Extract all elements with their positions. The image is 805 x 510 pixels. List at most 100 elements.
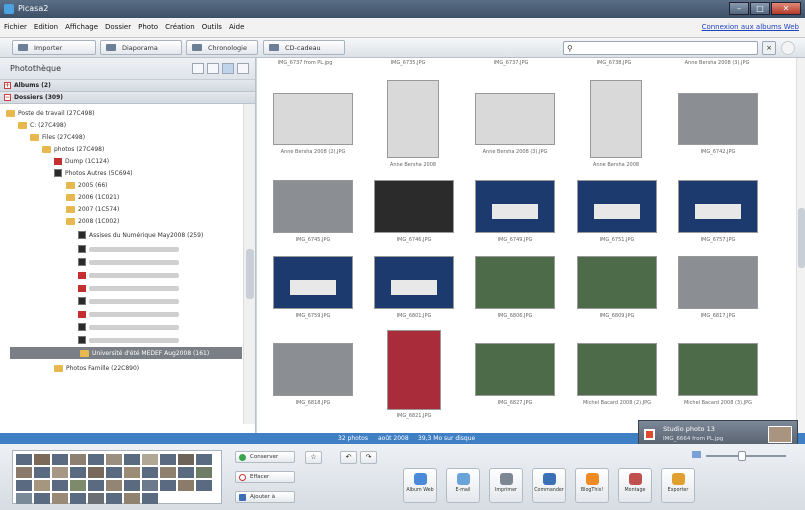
photo-thumbnail[interactable] xyxy=(475,180,555,233)
scroll-thumb[interactable] xyxy=(246,249,254,299)
tray-thumbnail xyxy=(70,480,86,491)
web-album-button[interactable]: Album Web xyxy=(403,468,437,503)
photo-thumbnail[interactable] xyxy=(590,80,642,158)
photo-thumbnail[interactable] xyxy=(387,330,441,410)
slideshow-button[interactable]: Diaporama xyxy=(100,40,182,55)
tree-item[interactable]: Poste de travail (27C498) xyxy=(6,107,94,119)
export-button[interactable]: Exporter xyxy=(661,468,695,503)
tree-item[interactable]: Dump (1C124) xyxy=(54,155,109,167)
menu-outils[interactable]: Outils xyxy=(198,18,225,31)
tray-thumbnail xyxy=(178,467,194,478)
photo-tray[interactable] xyxy=(12,450,222,504)
menu-affichage[interactable]: Affichage xyxy=(61,18,101,31)
menu-aide[interactable]: Aide xyxy=(225,18,247,31)
albums-section[interactable]: + Albums (2) xyxy=(0,80,255,92)
collage-button[interactable]: Montage xyxy=(618,468,652,503)
photo-thumbnail[interactable] xyxy=(273,93,353,145)
collapse-icon[interactable]: − xyxy=(4,94,11,101)
clear-button[interactable]: Effacer xyxy=(235,471,295,483)
tree-item[interactable]: photos (27C498) xyxy=(42,143,104,155)
tray-thumbnail xyxy=(124,467,140,478)
photo-thumbnail[interactable] xyxy=(678,93,758,145)
flat-view-icon[interactable] xyxy=(207,63,219,74)
photo-thumbnail[interactable] xyxy=(475,256,555,309)
grid-scrollbar[interactable] xyxy=(796,58,805,433)
tree-item[interactable] xyxy=(78,334,179,346)
photo-thumbnail[interactable] xyxy=(475,343,555,396)
scroll-thumb[interactable] xyxy=(798,208,805,268)
expand-icon[interactable]: + xyxy=(4,82,11,89)
tree-item-selected[interactable]: Université d'été MEDEF Aug2008 (161) xyxy=(10,347,242,359)
tree-item[interactable] xyxy=(78,321,179,333)
close-icon[interactable]: ✕ xyxy=(771,2,801,15)
tree-item[interactable] xyxy=(78,269,179,281)
tree-item[interactable]: Photos Famille (22C890) xyxy=(54,362,139,374)
view-menu-icon[interactable] xyxy=(237,63,249,74)
search-clear-button[interactable]: × xyxy=(762,41,776,55)
tree-view-icon[interactable] xyxy=(192,63,204,74)
add-to-button[interactable]: Ajouter à xyxy=(235,491,295,503)
zoom-slider[interactable] xyxy=(706,451,786,461)
tree-item[interactable]: 2008 (1C002) xyxy=(66,215,119,227)
search-options-button[interactable] xyxy=(781,41,795,55)
tray-thumbnail xyxy=(70,454,86,465)
print-button[interactable]: Imprimer xyxy=(489,468,523,503)
photo-caption: IMG_6801.JPG xyxy=(396,313,432,319)
photo-caption: IMG_6746.JPG xyxy=(396,237,432,243)
minimize-icon[interactable]: – xyxy=(729,2,749,15)
star-button[interactable]: ☆ xyxy=(305,451,322,464)
blurred-label xyxy=(89,246,179,252)
photo-thumbnail[interactable] xyxy=(273,343,353,396)
keep-button[interactable]: Conserver xyxy=(235,451,295,463)
slider-knob[interactable] xyxy=(738,451,746,461)
photo-thumbnail[interactable] xyxy=(577,343,657,396)
photo-thumbnail[interactable] xyxy=(475,93,555,145)
tree-item[interactable] xyxy=(78,243,179,255)
menu-photo[interactable]: Photo xyxy=(134,18,161,31)
photo-thumbnail[interactable] xyxy=(577,256,657,309)
tray-thumbnail xyxy=(178,454,194,465)
tree-item[interactable]: Files (27C498) xyxy=(30,131,85,143)
blogger-icon xyxy=(585,473,599,485)
tree-item[interactable]: C: (27C498) xyxy=(18,119,66,131)
email-button[interactable]: E-mail xyxy=(446,468,480,503)
photo-thumbnail[interactable] xyxy=(374,256,454,309)
folders-section[interactable]: − Dossiers (309) xyxy=(0,92,255,104)
tray-thumbnail xyxy=(106,467,122,478)
tree-item[interactable] xyxy=(78,295,179,307)
tree-item[interactable] xyxy=(78,256,179,268)
timeline-button[interactable]: Chronologie xyxy=(186,40,258,55)
photo-thumbnail[interactable] xyxy=(387,80,439,158)
list-view-icon[interactable] xyxy=(222,63,234,74)
tree-item[interactable]: 2005 (66) xyxy=(66,179,108,191)
photo-thumbnail[interactable] xyxy=(678,180,758,233)
photo-thumbnail[interactable] xyxy=(273,256,353,309)
picture-icon xyxy=(644,429,655,440)
tree-item[interactable] xyxy=(78,282,179,294)
photo-thumbnail[interactable] xyxy=(577,180,657,233)
tree-item[interactable] xyxy=(78,308,179,320)
menu-edition[interactable]: Edition xyxy=(30,18,61,31)
import-button[interactable]: Importer xyxy=(12,40,96,55)
menu-creation[interactable]: Création xyxy=(161,18,198,31)
tree-item[interactable]: Assises du Numérique May2008 (259) xyxy=(78,229,203,241)
blogthis-button[interactable]: BlogThis! xyxy=(575,468,609,503)
photo-thumbnail[interactable] xyxy=(678,343,758,396)
maximize-icon[interactable]: □ xyxy=(750,2,770,15)
order-button[interactable]: Commander xyxy=(532,468,566,503)
search-input[interactable]: ⚲ xyxy=(563,41,758,55)
tray-thumbnail xyxy=(16,480,32,491)
tree-item[interactable]: 2006 (1C021) xyxy=(66,191,119,203)
photo-thumbnail[interactable] xyxy=(678,256,758,309)
rotate-left-button[interactable]: ↶ xyxy=(340,451,357,464)
web-albums-link[interactable]: Connexion aux albums Web xyxy=(702,23,799,31)
gift-cd-button[interactable]: CD-cadeau xyxy=(263,40,345,55)
tree-item[interactable]: Photos Autres (5C694) xyxy=(54,167,133,179)
tree-item[interactable]: 2007 (1C574) xyxy=(66,203,119,215)
photo-thumbnail[interactable] xyxy=(273,180,353,233)
photo-thumbnail[interactable] xyxy=(374,180,454,233)
menu-fichier[interactable]: Fichier xyxy=(0,18,30,31)
tree-scrollbar[interactable] xyxy=(243,104,255,424)
menu-dossier[interactable]: Dossier xyxy=(101,18,134,31)
rotate-right-button[interactable]: ↷ xyxy=(360,451,377,464)
